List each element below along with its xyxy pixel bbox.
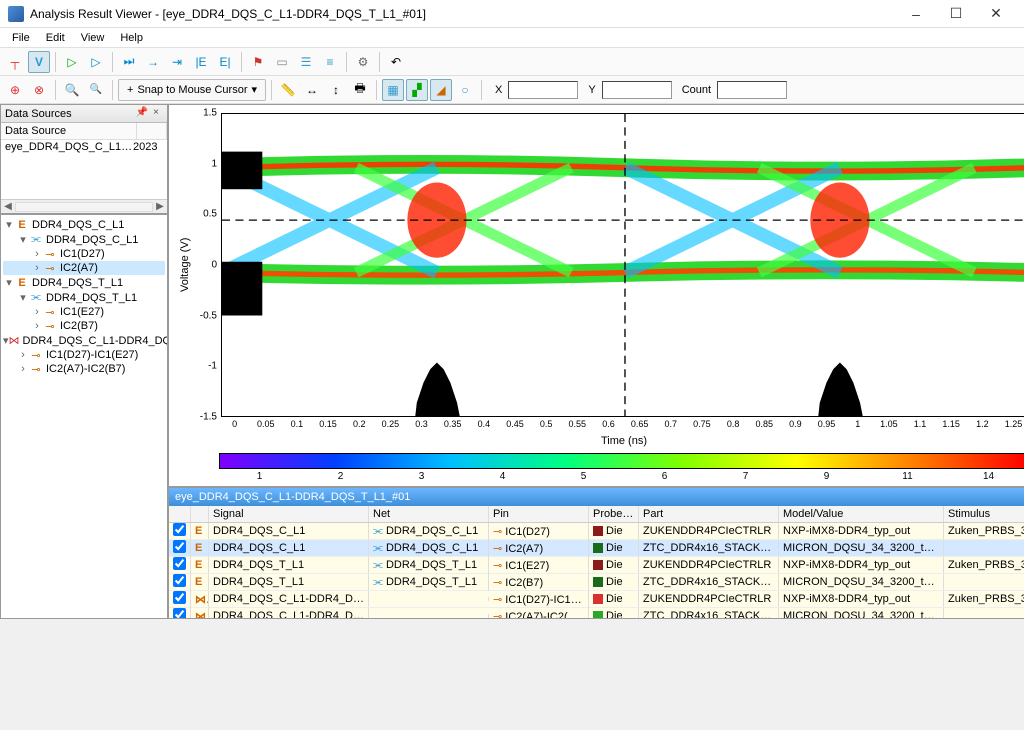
tool-voltage-icon[interactable]: V [28,51,50,73]
chevron-down-icon: ▾ [252,83,258,96]
coord-y-label: Y [588,84,595,96]
panel-pin-icon[interactable]: 📌 [135,107,149,121]
tool-ruler-icon[interactable]: 📏 [277,79,299,101]
tree-item[interactable]: ›⊸IC2(B7) [3,319,165,333]
tool-target1-icon[interactable]: ⊕ [4,79,26,101]
tool-play2-icon[interactable]: ▷ [85,51,107,73]
tool-zoom-in-icon[interactable]: 🔍 [61,79,83,101]
titlebar: Analysis Result Viewer - [eye_DDR4_DQS_C… [0,0,1024,28]
tool-zoom-out-icon[interactable]: 🔍 [85,79,107,101]
tool-ealign2-icon[interactable]: E| [214,51,236,73]
y-ticks: 1.510.50-0.5-1-1.5 [193,113,221,417]
y-axis-label: Voltage (V) [177,113,193,417]
snap-plus-icon: + [127,84,133,96]
x-axis-label: Time (ns) [219,433,1024,449]
coord-count-field[interactable] [717,81,787,99]
tool-target2-icon[interactable]: ⊗ [28,79,50,101]
menu-edit[interactable]: Edit [38,30,73,46]
tree-item[interactable]: ›⊸IC1(D27) [3,247,165,261]
tool-chart-icon[interactable]: ◢ [430,79,452,101]
minimize-button[interactable]: – [896,0,936,28]
row-checkbox[interactable] [173,591,186,604]
data-source-header: Data Source [1,123,167,140]
signal-row[interactable]: ⋈DDR4_DQS_C_L1-DDR4_DQS_T...⊸ IC2(A7)-IC… [169,608,1024,618]
eye-diagram-svg [222,114,1024,417]
tree-item[interactable]: ▾⫘DDR4_DQS_T_L1 [3,290,165,305]
tool-caliper2-icon[interactable]: ↕ [325,79,347,101]
signals-header: Signal Net Pin Probe Set Part Model/Valu… [169,506,1024,523]
panel-close-icon[interactable]: × [149,107,163,121]
coord-x-label: X [495,84,502,96]
toolbar-cursor: ⊕ ⊗ 🔍 🔍 + Snap to Mouse Cursor ▾ 📏 ↔ ↕ 🖶… [0,76,1024,104]
signal-row[interactable]: EDDR4_DQS_T_L1⫘ DDR4_DQS_T_L1⊸ IC1(E27) … [169,557,1024,574]
row-checkbox[interactable] [173,523,186,536]
signal-row[interactable]: ⋈DDR4_DQS_C_L1-DDR4_DQS_T...⊸ IC1(D27)-I… [169,591,1024,608]
signals-panel: eye_DDR4_DQS_C_L1-DDR4_DQS_T_L1_#01 + × … [168,487,1024,619]
eye-diagram[interactable] [221,113,1024,417]
menu-file[interactable]: File [4,30,38,46]
data-source-row[interactable]: eye_DDR4_DQS_C_L1-DDR4_D... 2023 [1,140,167,154]
tool-play-icon[interactable]: ▷ [61,51,83,73]
tool-gear-icon[interactable]: ⚙ [352,51,374,73]
window-title: Analysis Result Viewer - [eye_DDR4_DQS_C… [30,7,896,21]
snap-mode-dropdown[interactable]: + Snap to Mouse Cursor ▾ [118,79,266,101]
tree-item[interactable]: ▾EDDR4_DQS_C_L1 [3,217,165,232]
coord-x-field[interactable] [508,81,578,99]
col-data-source[interactable]: Data Source [1,123,137,139]
tree-item[interactable]: ▾⫘DDR4_DQS_C_L1 [3,232,165,247]
tool-window-icon[interactable]: ▭ [271,51,293,73]
tool-arrows-icon[interactable]: ⇥ [166,51,188,73]
row-checkbox[interactable] [173,557,186,570]
snap-label: Snap to Mouse Cursor [137,84,247,96]
signal-tree-panel: ▾EDDR4_DQS_C_L1▾⫘DDR4_DQS_C_L1›⊸IC1(D27)… [0,214,168,619]
coord-y-field[interactable] [602,81,672,99]
tree-item[interactable]: ▾⋈DDR4_DQS_C_L1-DDR4_DQS_T... [3,333,165,348]
tool-caliper-icon[interactable]: ↔ [301,79,323,101]
signals-tab[interactable]: eye_DDR4_DQS_C_L1-DDR4_DQS_T_L1_#01 + × [169,488,1024,506]
colorbar [219,453,1024,469]
colorbar-ticks: 123456791114 [177,471,1024,482]
row-checkbox[interactable] [173,540,186,553]
plot-area[interactable]: Voltage (V) 1.510.50-0.5-1-1.5 [168,104,1024,487]
x-ticks: 00.050.10.150.20.250.30.350.40.450.50.55… [177,417,1024,433]
tool-circle-icon[interactable]: ○ [454,79,476,101]
tool-layout-icon[interactable]: ☰ [295,51,317,73]
signal-row[interactable]: EDDR4_DQS_T_L1⫘ DDR4_DQS_T_L1⊸ IC2(B7) D… [169,574,1024,591]
tool-grid-icon[interactable]: ▦ [382,79,404,101]
tool-flag-icon[interactable]: ⚑ [247,51,269,73]
tool-hist-icon[interactable]: ▞ [406,79,428,101]
signal-row[interactable]: EDDR4_DQS_C_L1⫘ DDR4_DQS_C_L1⊸ IC1(D27) … [169,523,1024,540]
tree-item[interactable]: ›⊸IC1(E27) [3,305,165,319]
signal-row[interactable]: EDDR4_DQS_C_L1⫘ DDR4_DQS_C_L1⊸ IC2(A7) D… [169,540,1024,557]
data-sources-title: Data Sources [5,108,72,120]
ds-scrollbar[interactable]: ◀▶ [1,199,167,213]
tree-item[interactable]: ›⊸IC2(A7)-IC2(B7) [3,362,165,376]
tool-next-icon[interactable]: → [142,51,164,73]
tree-item[interactable]: ›⊸IC2(A7) [3,261,165,275]
col-date[interactable] [137,123,167,139]
tool-print-icon[interactable]: 🖶 [349,79,371,101]
coord-count-label: Count [682,84,711,96]
close-button[interactable]: ✕ [976,0,1016,28]
menu-help[interactable]: Help [112,30,151,46]
menubar: File Edit View Help [0,28,1024,48]
tool-undo-icon[interactable]: ↶ [385,51,407,73]
tree-item[interactable]: ▾EDDR4_DQS_T_L1 [3,275,165,290]
menu-view[interactable]: View [73,30,113,46]
data-sources-panel: Data Sources 📌 × Data Source eye_DDR4_DQ… [0,104,168,214]
tree-item[interactable]: ›⊸IC1(D27)-IC1(E27) [3,348,165,362]
maximize-button[interactable]: ☐ [936,0,976,28]
app-icon [8,6,24,22]
tool-skip-icon[interactable]: ⏭ [118,51,140,73]
tool-layers-icon[interactable]: ≡ [319,51,341,73]
tool-ealign-icon[interactable]: |E [190,51,212,73]
row-checkbox[interactable] [173,574,186,587]
tool-time-icon[interactable]: ┬ [4,51,26,73]
row-checkbox[interactable] [173,608,186,618]
toolbar-main: ┬ V ▷ ▷ ⏭ → ⇥ |E E| ⚑ ▭ ☰ ≡ ⚙ ↶ [0,48,1024,76]
